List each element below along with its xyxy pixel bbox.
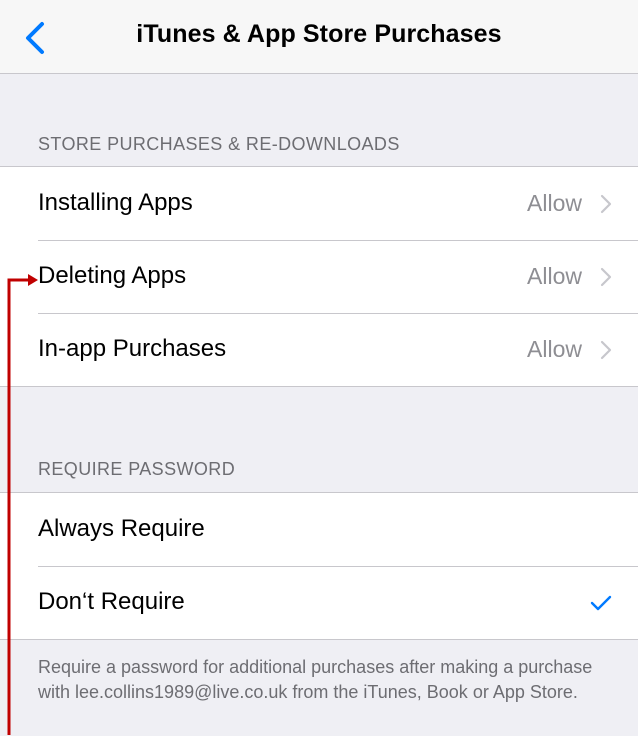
row-label: Don‘t Require: [38, 588, 185, 615]
row-dont-require[interactable]: Don‘t Require: [0, 566, 638, 639]
row-deleting-apps[interactable]: Deleting Apps Allow: [0, 240, 638, 313]
row-installing-apps[interactable]: Installing Apps Allow: [0, 167, 638, 240]
chevron-right-icon: [600, 267, 612, 287]
checkmark-icon: [590, 595, 612, 611]
row-label: In-app Purchases: [38, 335, 227, 362]
row-value: Allow: [527, 190, 582, 216]
section-header-require-password: REQUIRE PASSWORD: [38, 459, 236, 479]
row-value: Allow: [527, 336, 582, 362]
row-label: Deleting Apps: [38, 262, 187, 289]
require-password-group: Always Require Don‘t Require: [0, 492, 638, 640]
chevron-right-icon: [600, 340, 612, 360]
row-label: Installing Apps: [38, 189, 193, 216]
annotation-arrow: [7, 274, 38, 735]
row-in-app-purchases[interactable]: In-app Purchases Allow: [0, 313, 638, 386]
section-header-store-purchases: STORE PURCHASES & RE-DOWNLOADS: [38, 134, 400, 154]
password-footer-note: Require a password for additional purcha…: [38, 657, 593, 702]
chevron-right-icon: [600, 194, 612, 214]
navigation-bar: iTunes & App Store Purchases: [0, 0, 638, 74]
row-value: Allow: [527, 263, 582, 289]
row-label: Always Require: [38, 515, 205, 542]
page-title: iTunes & App Store Purchases: [136, 20, 502, 48]
row-always-require[interactable]: Always Require: [0, 493, 638, 566]
store-purchases-group: Installing Apps Allow Deleting Apps Allo…: [0, 166, 638, 387]
